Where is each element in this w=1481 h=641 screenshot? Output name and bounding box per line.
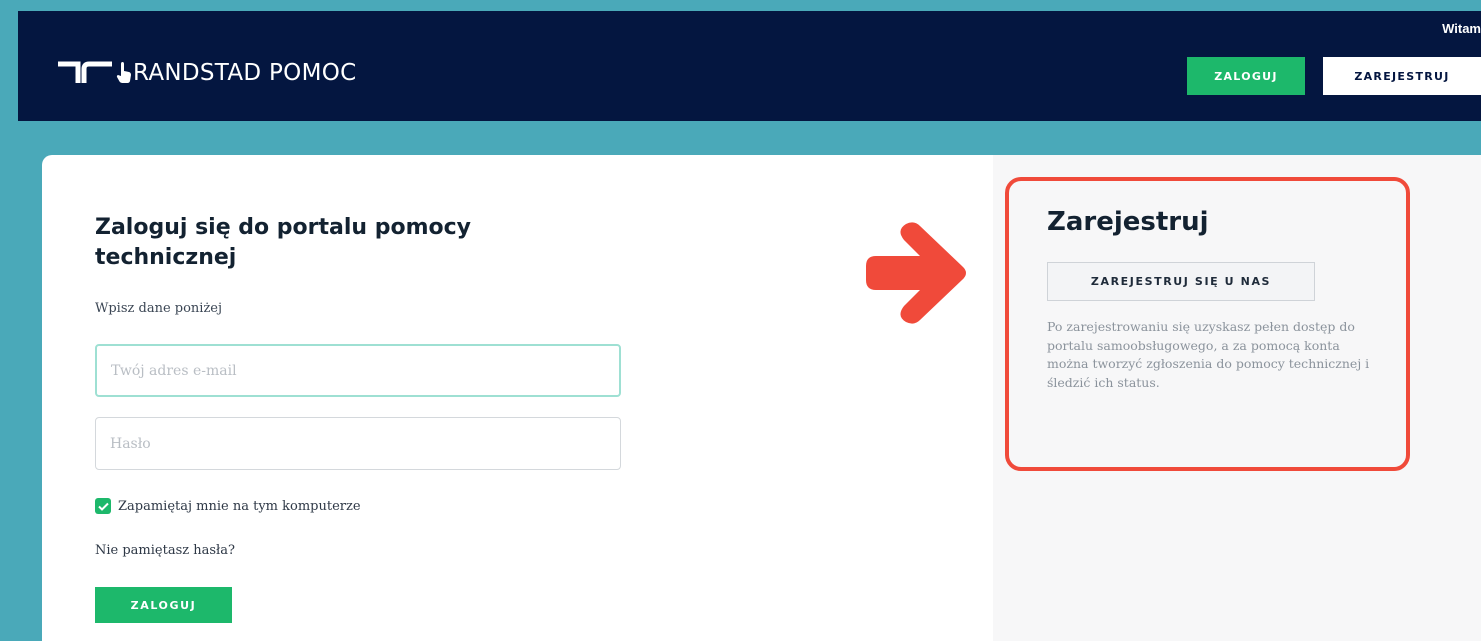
login-panel: Zaloguj się do portalu pomocy techniczne… xyxy=(42,155,993,641)
brand-name: RANDSTAD POMOC xyxy=(133,60,357,86)
randstad-logo-icon xyxy=(58,61,112,83)
hand-pointer-icon xyxy=(116,62,131,83)
register-title: Zarejestruj xyxy=(1047,207,1209,237)
remember-me-checkbox[interactable]: Zapamiętaj mnie na tym komputerze xyxy=(95,498,361,514)
greeting-text: Witam xyxy=(1442,21,1481,36)
forgot-password-link[interactable]: Nie pamiętasz hasła? xyxy=(95,543,235,558)
top-header: RANDSTAD POMOC Witam ZALOGUJ ZAREJESTRUJ xyxy=(18,11,1481,121)
register-button[interactable]: ZAREJESTRUJ SIĘ U NAS xyxy=(1047,262,1315,301)
password-input[interactable] xyxy=(95,417,621,470)
email-input[interactable] xyxy=(95,344,621,397)
header-login-button[interactable]: ZALOGUJ xyxy=(1187,57,1305,95)
right-arrow-icon xyxy=(866,222,966,324)
login-submit-button[interactable]: ZALOGUJ xyxy=(95,587,232,623)
header-register-button[interactable]: ZAREJESTRUJ xyxy=(1323,57,1481,95)
brand-logo[interactable]: RANDSTAD POMOC xyxy=(56,53,357,93)
login-subtitle: Wpisz dane poniżej xyxy=(95,301,223,316)
checkmark-icon[interactable] xyxy=(95,498,111,514)
login-title: Zaloguj się do portalu pomocy techniczne… xyxy=(95,215,472,270)
remember-me-label: Zapamiętaj mnie na tym komputerze xyxy=(118,498,361,514)
register-description: Po zarejestrowaniu się uzyskasz pełen do… xyxy=(1047,319,1370,390)
